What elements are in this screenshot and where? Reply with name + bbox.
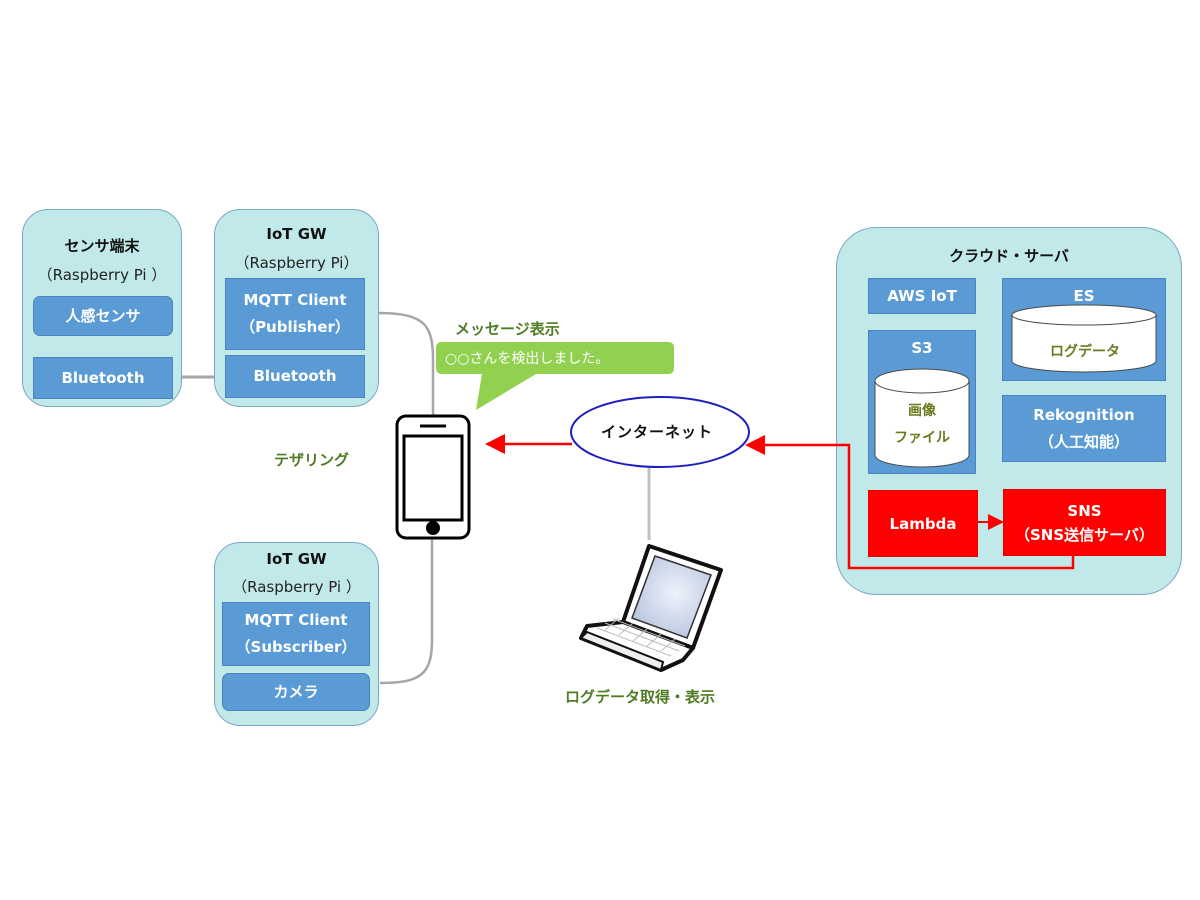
- rekognition-service: Rekognition （人工知能）: [1002, 395, 1166, 462]
- camera-module: カメラ: [222, 673, 370, 711]
- gw-publisher-title: IoT GW: [266, 225, 327, 243]
- tethering-label: テザリング: [274, 451, 350, 469]
- sns-line2: （SNS送信サーバ）: [1014, 525, 1154, 544]
- message-bubble-text: ○○さんを検出しました。: [445, 351, 610, 367]
- s3-label: S3: [911, 339, 933, 357]
- cloud-server-title: クラウド・サーバ: [949, 247, 1069, 265]
- s3-storage-line2: ファイル: [894, 430, 950, 446]
- iot-gw-subscriber-container: IoT GW （Raspberry Pi ） MQTT Client （Subs…: [214, 542, 379, 726]
- phone-to-subscriber-link: [379, 538, 434, 685]
- rekognition-line1: Rekognition: [1033, 405, 1135, 424]
- sensor-terminal-title: センサ端末: [64, 237, 140, 255]
- camera-label: カメラ: [273, 682, 319, 701]
- message-display-label: メッセージ表示: [455, 320, 560, 338]
- mqtt-publisher-line1: MQTT Client: [243, 291, 347, 309]
- mqtt-publisher-line2: （Publisher）: [240, 318, 350, 336]
- gw-subscriber-title: IoT GW: [266, 550, 327, 568]
- es-log-storage-icon: [1011, 304, 1157, 373]
- sensor-bluetooth-module: Bluetooth: [33, 357, 173, 399]
- motion-sensor-module: 人感センサ: [33, 296, 173, 336]
- publisher-to-phone-link: [377, 311, 435, 415]
- es-log-storage-label: ログデータ: [1050, 344, 1120, 360]
- s3-storage-line1: 画像: [908, 403, 936, 419]
- lambda-label: Lambda: [889, 514, 957, 533]
- gw-bluetooth-module: Bluetooth: [225, 355, 365, 398]
- gw-publisher-subtitle: （Raspberry Pi）: [234, 254, 359, 272]
- aws-iot-service: AWS IoT: [868, 278, 976, 314]
- lambda-service: Lambda: [868, 490, 978, 557]
- rekognition-line2: （人工知能）: [1038, 432, 1129, 451]
- smartphone-icon: [395, 414, 471, 540]
- sensor-bluetooth-label: Bluetooth: [61, 368, 145, 387]
- laptop-label: ログデータ取得・表示: [565, 688, 716, 706]
- iot-gw-publisher-container: IoT GW （Raspberry Pi） MQTT Client （Publi…: [214, 209, 379, 407]
- aws-iot-label: AWS IoT: [887, 286, 957, 305]
- sns-line1: SNS: [1067, 501, 1102, 520]
- motion-sensor-label: 人感センサ: [65, 306, 141, 325]
- mqtt-publisher-module: MQTT Client （Publisher）: [225, 278, 365, 350]
- mqtt-subscriber-line2: （Subscriber）: [235, 638, 357, 656]
- gw-subscriber-subtitle: （Raspberry Pi ）: [232, 578, 361, 596]
- sensor-terminal-container: センサ端末 （Raspberry Pi ） 人感センサ Bluetooth: [22, 209, 182, 407]
- gw-bluetooth-label: Bluetooth: [253, 367, 337, 385]
- internet-label: インターネット: [601, 423, 714, 441]
- laptop-icon: [579, 544, 723, 672]
- sns-service: SNS （SNS送信サーバ）: [1003, 489, 1166, 556]
- mqtt-subscriber-module: MQTT Client （Subscriber）: [222, 602, 370, 666]
- sensor-terminal-subtitle: （Raspberry Pi ）: [37, 266, 167, 284]
- mqtt-subscriber-line1: MQTT Client: [244, 611, 348, 629]
